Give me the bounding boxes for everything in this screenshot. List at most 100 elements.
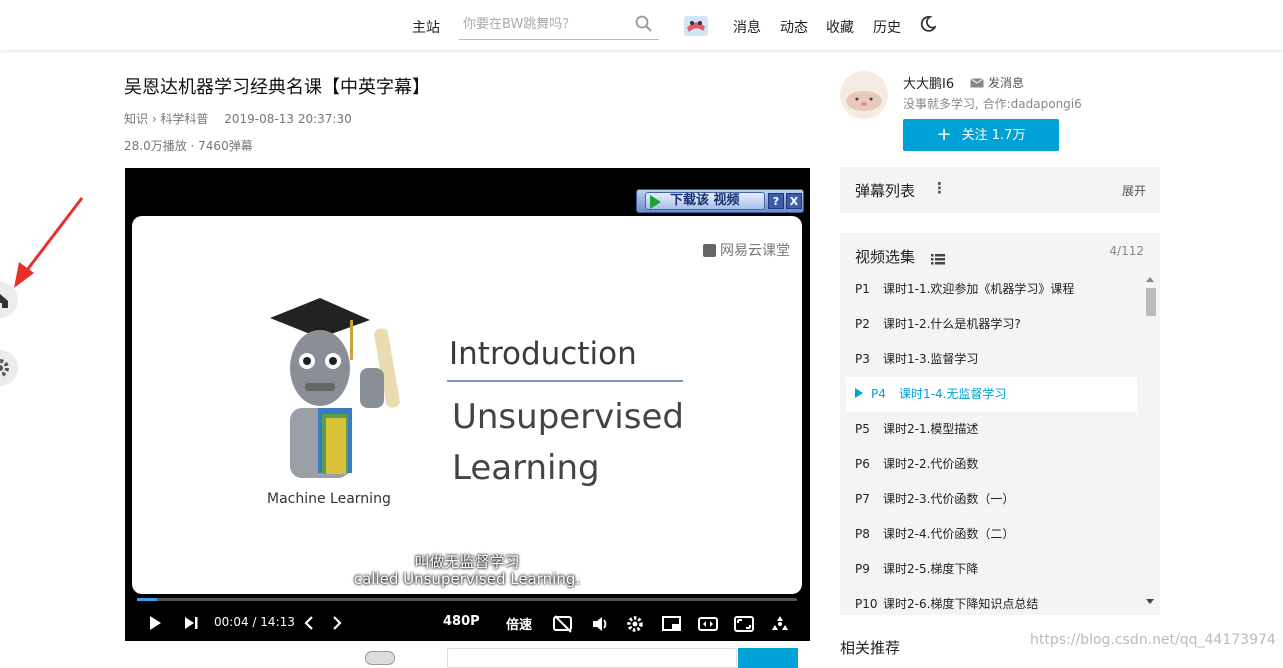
- playlist-item-number: P5: [855, 422, 870, 436]
- video-player[interactable]: 网易云课堂 Machine Learning Introduction Unsu…: [125, 168, 810, 641]
- download-video-button[interactable]: 下载该 视频: [645, 192, 765, 210]
- download-help-button[interactable]: ?: [768, 193, 784, 209]
- playlist-items: P1 课时1-1.欢迎参加《机器学习》课程 P2 课时1-2.什么是机器学习? P3 课时…: [846, 272, 1137, 615]
- web-fullscreen-icon[interactable]: [734, 615, 754, 637]
- uploader-avatar[interactable]: [840, 71, 888, 119]
- seek-back-chevron-icon[interactable]: [302, 615, 316, 635]
- playlist-item-number: P7: [855, 492, 870, 506]
- speed-button[interactable]: 倍速: [506, 614, 532, 633]
- playlist-item[interactable]: P2 课时1-2.什么是机器学习?: [846, 307, 1137, 342]
- danmu-toggle[interactable]: [365, 651, 395, 665]
- site-logo-icon[interactable]: [683, 13, 709, 39]
- danmu-off-icon[interactable]: [553, 615, 573, 637]
- volume-icon[interactable]: [591, 615, 609, 637]
- download-video-bar[interactable]: 下载该 视频 ? X: [636, 189, 804, 213]
- playlist-item[interactable]: P8 课时2-4.代价函数（二）: [846, 517, 1137, 552]
- playlist-item-number: P3: [855, 352, 870, 366]
- playlist-item-number: P9: [855, 562, 870, 576]
- playlist-item-number: P2: [855, 317, 870, 331]
- play-icon[interactable]: [147, 615, 163, 635]
- playlist-item[interactable]: P9 课时2-5.梯度下降: [846, 552, 1137, 587]
- related-recommendations-heading: 相关推荐: [840, 639, 901, 657]
- download-play-icon: [650, 195, 661, 209]
- nav-home-link[interactable]: 主站: [412, 17, 440, 37]
- video-stats: 28.0万播放 · 7460弹幕: [124, 139, 253, 153]
- progress-bar[interactable]: [137, 598, 797, 601]
- nav-history-link[interactable]: 历史: [873, 17, 901, 37]
- playlist-item[interactable]: P7 课时2-3.代价函数（一）: [846, 482, 1137, 517]
- nav-messages-link[interactable]: 消息: [733, 17, 761, 37]
- playlist-item[interactable]: P3 课时1-3.监督学习: [846, 342, 1137, 377]
- playlist-item[interactable]: P4 课时1-4.无监督学习: [846, 377, 1137, 412]
- seek-forward-chevron-icon[interactable]: [330, 615, 344, 635]
- playlist-scrollbar[interactable]: [1144, 275, 1156, 609]
- danmu-list-label: 弹幕列表: [855, 182, 916, 200]
- list-icon[interactable]: [931, 250, 945, 269]
- video-frame[interactable]: 网易云课堂 Machine Learning Introduction Unsu…: [132, 216, 802, 594]
- download-close-button[interactable]: X: [786, 193, 802, 209]
- now-playing-icon: [855, 388, 863, 398]
- robot-graduate-image: [270, 298, 400, 478]
- next-episode-icon[interactable]: [183, 615, 199, 635]
- playlist-item[interactable]: P5 课时2-1.模型描述: [846, 412, 1137, 447]
- playlist-item-number: P10: [855, 597, 878, 611]
- scroll-thumb[interactable]: [1146, 288, 1156, 316]
- slide-title: Introduction: [449, 336, 637, 372]
- video-date: 2019-08-13 20:37:30: [224, 112, 352, 126]
- time-display: 00:04 / 14:13: [214, 615, 295, 629]
- playlist-count: 4/112: [1109, 244, 1144, 258]
- playlist-item-title: 课时1-4.无监督学习: [899, 387, 1007, 401]
- playlist-item-number: P6: [855, 457, 870, 471]
- subtitle-english: called Unsupervised Learning.: [353, 570, 581, 588]
- dark-mode-moon-icon[interactable]: [920, 16, 938, 36]
- video-meta: 知识 › 科学科普 2019-08-13 20:37:30: [124, 110, 364, 127]
- playlist-item-title: 课时2-1.模型描述: [883, 422, 979, 436]
- mail-icon: [970, 78, 984, 88]
- playlist-item-title: 课时1-1.欢迎参加《机器学习》课程: [883, 282, 1075, 296]
- nav-favorites-link[interactable]: 收藏: [826, 17, 854, 37]
- playlist-item-title: 课时2-2.代价函数: [883, 457, 979, 471]
- danmu-input[interactable]: [447, 648, 737, 668]
- danmu-send-row: [125, 642, 810, 668]
- playlist-item-title: 课时2-5.梯度下降: [883, 562, 979, 576]
- playlist-item[interactable]: P1 课时1-1.欢迎参加《机器学习》课程: [846, 272, 1137, 307]
- slide-subtitle: Unsupervised Learning: [452, 397, 684, 488]
- uploader-name-link[interactable]: 大大鹏I6: [903, 73, 954, 92]
- brand-watermark: 网易云课堂: [703, 240, 790, 260]
- search-box: [459, 10, 659, 40]
- video-category-link[interactable]: 知识 › 科学科普: [124, 112, 208, 126]
- send-message-link[interactable]: 发消息: [970, 74, 1024, 91]
- settings-gear-icon[interactable]: [626, 615, 644, 637]
- red-annotation-arrow-icon: [14, 197, 84, 288]
- more-dots-icon[interactable]: ⋮: [932, 179, 947, 197]
- widescreen-icon[interactable]: [698, 615, 718, 637]
- search-icon[interactable]: [635, 15, 653, 37]
- settings-side-gear-icon[interactable]: [0, 350, 18, 386]
- playlist-item[interactable]: P6 课时2-2.代价函数: [846, 447, 1137, 482]
- playlist-item-number: P8: [855, 527, 870, 541]
- video-playlist-panel: 视频选集 4/112 P1 课时1-1.欢迎参加《机器学习》课程 P2 课时1-2.什…: [840, 233, 1160, 615]
- uploader-description: 没事就多学习, 合作:dadapongi6: [903, 97, 1082, 111]
- playlist-item-number: P4: [871, 387, 886, 401]
- playlist-item[interactable]: P10 课时2-6.梯度下降知识点总结: [846, 587, 1137, 615]
- picture-in-picture-icon[interactable]: [662, 615, 682, 637]
- slide-caption: Machine Learning: [267, 491, 391, 507]
- video-title: 吴恩达机器学习经典名课【中英字幕】: [124, 77, 430, 98]
- playlist-item-title: 课时2-3.代价函数（一）: [883, 492, 1015, 506]
- slide-divider: [447, 380, 683, 382]
- fullscreen-icon[interactable]: [770, 615, 790, 637]
- blog-watermark: https://blog.csdn.net/qq_44173974: [1030, 632, 1276, 648]
- search-input[interactable]: [459, 10, 629, 38]
- playlist-item-title: 课时1-2.什么是机器学习?: [883, 317, 1021, 331]
- danmu-list-panel: 弹幕列表 ⋮ 展开: [840, 167, 1160, 213]
- scroll-up-arrow-icon[interactable]: [1146, 277, 1154, 282]
- playlist-label: 视频选集: [855, 248, 916, 266]
- scroll-down-arrow-icon[interactable]: [1146, 599, 1154, 604]
- quality-button[interactable]: 480P: [443, 614, 480, 629]
- brand-logo-icon: [703, 244, 716, 257]
- danmu-send-button[interactable]: [738, 648, 798, 668]
- top-nav-bar: 主站 消息 动态 收藏 历史: [0, 0, 1283, 50]
- follow-button[interactable]: + 关注 1.7万: [903, 119, 1059, 151]
- danmu-expand-button[interactable]: 展开: [1122, 182, 1146, 199]
- nav-dynamics-link[interactable]: 动态: [780, 17, 808, 37]
